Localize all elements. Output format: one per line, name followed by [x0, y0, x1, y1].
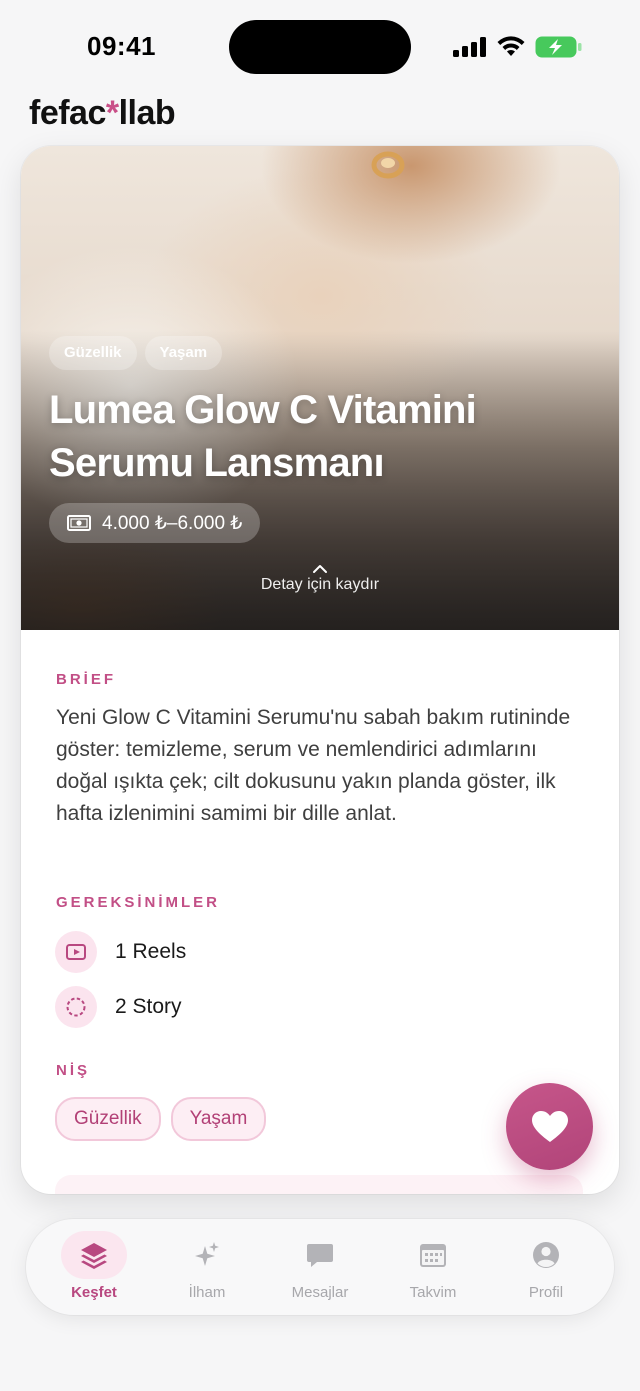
tab-mesajlar[interactable]: Mesajlar	[265, 1219, 375, 1315]
dynamic-island	[229, 20, 411, 74]
calendar-icon	[420, 1244, 446, 1267]
reels-icon-badge	[55, 931, 97, 973]
scroll-hint[interactable]: Detay için kaydır	[21, 564, 619, 594]
play-icon	[66, 944, 86, 960]
app-logo: fefac*llab	[29, 94, 176, 133]
next-section-peek	[55, 1175, 583, 1194]
budget-badge: 4.000 ₺–6.000 ₺	[49, 503, 261, 543]
brief-text: Yeni Glow C Vitamini Serumu'nu sabah bak…	[56, 706, 571, 825]
tab-label: İlham	[188, 1284, 226, 1301]
chat-icon	[307, 1244, 333, 1267]
campaign-tag: Güzellik	[49, 336, 137, 370]
requirement-label: 1 Reels	[115, 940, 187, 963]
bottom-tab-bar: Keşfet İlham Mesajlar Takvim Profil	[26, 1219, 614, 1315]
money-icon	[67, 515, 91, 531]
story-icon-badge	[55, 986, 97, 1028]
tab-profil[interactable]: Profil	[491, 1219, 601, 1315]
logo-star: *	[105, 94, 119, 132]
requirement-label: 2 Story	[115, 995, 182, 1018]
layers-icon	[81, 1243, 107, 1269]
budget-range: 4.000 ₺–6.000 ₺	[102, 512, 243, 534]
sparkles-icon	[195, 1242, 219, 1266]
story-icon	[66, 997, 86, 1017]
campaign-tags: Güzellik Yaşam	[49, 336, 223, 370]
niche-tag: Güzellik	[55, 1097, 161, 1141]
status-time: 09:41	[87, 31, 156, 61]
tab-takvim[interactable]: Takvim	[378, 1219, 488, 1315]
campaign-title: Lumea Glow C Vitamini Serumu Lansmanı	[49, 388, 477, 485]
tab-kesfet[interactable]: Keşfet	[39, 1219, 149, 1315]
niche-heading: NİŞ	[56, 1062, 91, 1079]
status-bar: 09:41	[0, 0, 640, 92]
profile-icon	[533, 1242, 559, 1268]
tab-label: Keşfet	[71, 1284, 117, 1301]
campaign-card[interactable]: Güzellik Yaşam Lumea Glow C Vitamini Ser…	[21, 146, 619, 1194]
heart-icon	[531, 1110, 568, 1142]
requirements-heading: GEREKSİNİMLER	[56, 894, 221, 911]
niche-tag: Yaşam	[170, 1097, 267, 1141]
niche-tags: Güzellik Yaşam	[55, 1097, 267, 1141]
requirement-item: 2 Story	[55, 986, 182, 1028]
campaign-tag: Yaşam	[144, 336, 223, 370]
tab-ilham[interactable]: İlham	[152, 1219, 262, 1315]
cellular-signal-icon	[453, 37, 486, 57]
scroll-hint-label: Detay için kaydır	[260, 576, 380, 593]
logo-text-start: fefac	[29, 94, 106, 132]
tab-label: Mesajlar	[291, 1284, 349, 1301]
tab-label: Profil	[528, 1284, 564, 1301]
tab-label: Takvim	[409, 1284, 457, 1301]
battery-charging-icon	[535, 36, 582, 58]
chevron-up-icon	[313, 565, 327, 573]
favorite-button[interactable]	[506, 1083, 593, 1170]
wifi-icon	[497, 36, 525, 56]
ring-image-detail	[371, 151, 405, 179]
logo-text-end: llab	[118, 94, 176, 132]
brief-heading: BRİEF	[56, 671, 116, 688]
requirement-item: 1 Reels	[55, 931, 186, 973]
